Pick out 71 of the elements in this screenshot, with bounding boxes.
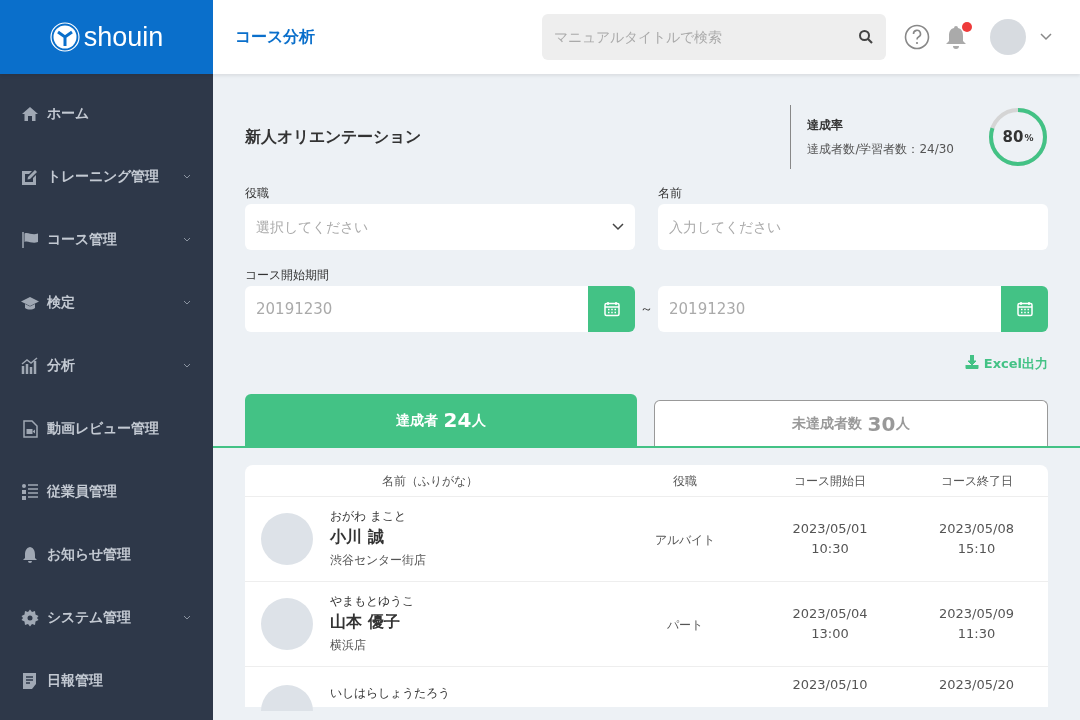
- date-text: 2023/05/08: [939, 520, 1014, 538]
- calendar-icon: [1016, 301, 1033, 317]
- time-text: 11:30: [957, 625, 996, 643]
- gear-icon: [21, 608, 39, 627]
- chevron-down-icon[interactable]: [1040, 33, 1052, 41]
- sidebar-item[interactable]: 検定: [0, 271, 213, 334]
- store-name: 横浜店: [330, 637, 367, 654]
- name-field[interactable]: 入力してください: [658, 204, 1048, 250]
- furigana: やまもとゆうこ: [330, 593, 414, 610]
- position-text: パート: [667, 618, 703, 632]
- video-file-icon: [21, 419, 39, 438]
- bar-chart-icon: [21, 356, 39, 375]
- bell-icon: [21, 545, 39, 564]
- logo-text: shouin: [83, 20, 164, 54]
- sidebar-item[interactable]: システム管理: [0, 586, 213, 649]
- column-header: 名前（ふりがな）: [382, 473, 478, 488]
- sidebar-item[interactable]: 分析: [0, 334, 213, 397]
- employee-name: 小川 誠: [330, 526, 385, 548]
- progress-ring: [988, 107, 1048, 167]
- field-label: 名前: [658, 185, 683, 198]
- field-label: コース開始期間: [245, 267, 330, 280]
- calendar-icon: [603, 301, 620, 317]
- date-text: 2023/05/01: [792, 520, 868, 538]
- list-icon: [21, 482, 39, 501]
- date-text: 2023/05/20: [939, 676, 1014, 694]
- rate-detail: 達成者数/学習者数：24/30: [807, 141, 954, 158]
- column-header: コース開始日: [794, 473, 866, 488]
- employee-name: 山本 優子: [330, 611, 401, 633]
- calendar-button[interactable]: [588, 286, 635, 332]
- sidebar-item[interactable]: 日報管理: [0, 649, 213, 712]
- flag-icon: [21, 230, 39, 249]
- date-text: 2023/05/09: [939, 605, 1014, 623]
- furigana: いしはらしょうたろう: [330, 685, 450, 702]
- time-text: 15:10: [957, 540, 996, 558]
- avatar: [261, 598, 313, 650]
- date-text: 2023/05/04: [792, 605, 868, 623]
- search-field[interactable]: マニュアルタイトルで検索: [542, 14, 886, 60]
- avatar: [261, 685, 313, 711]
- course-title: 新人オリエンテーション: [245, 126, 421, 148]
- range-separator: ～: [639, 300, 654, 319]
- bell-icon[interactable]: [944, 24, 968, 50]
- page-title: コース分析: [235, 26, 315, 48]
- report-icon: [21, 671, 39, 690]
- column-header: 役職: [673, 473, 697, 488]
- position-text: アルバイト: [655, 533, 715, 547]
- sidebar-item[interactable]: トレーニング管理: [0, 145, 213, 208]
- logo-icon: [49, 22, 80, 52]
- rate-value: 80: [1002, 126, 1024, 148]
- dropdown-placeholder: 選択してください: [256, 217, 368, 237]
- download-icon: [964, 355, 979, 369]
- store-name: 渋谷センター街店: [330, 552, 426, 569]
- furigana: おがわ まこと: [330, 508, 407, 525]
- sidebar-item[interactable]: お知らせ管理: [0, 523, 213, 586]
- column-header: コース終了日: [940, 473, 1013, 488]
- chevron-down-icon: [612, 223, 624, 231]
- home-icon: [21, 104, 39, 123]
- rate-label: 達成率: [807, 117, 845, 134]
- search-icon[interactable]: [858, 29, 874, 45]
- date-text: 2023/05/10: [792, 676, 868, 694]
- sidebar-item[interactable]: 動画レビュー管理: [0, 397, 213, 460]
- time-text: 10:30: [811, 540, 849, 558]
- edit-icon: [21, 167, 39, 186]
- field-label: 役職: [245, 185, 270, 198]
- avatar: [261, 513, 313, 565]
- sidebar-item[interactable]: ホーム: [0, 82, 213, 145]
- calendar-button[interactable]: [1001, 286, 1048, 332]
- rate-unit: %: [1024, 132, 1034, 146]
- sidebar-item[interactable]: 従業員管理: [0, 460, 213, 523]
- help-icon[interactable]: [904, 24, 930, 50]
- sidebar-item[interactable]: コース管理: [0, 208, 213, 271]
- time-text: 13:00: [811, 625, 849, 643]
